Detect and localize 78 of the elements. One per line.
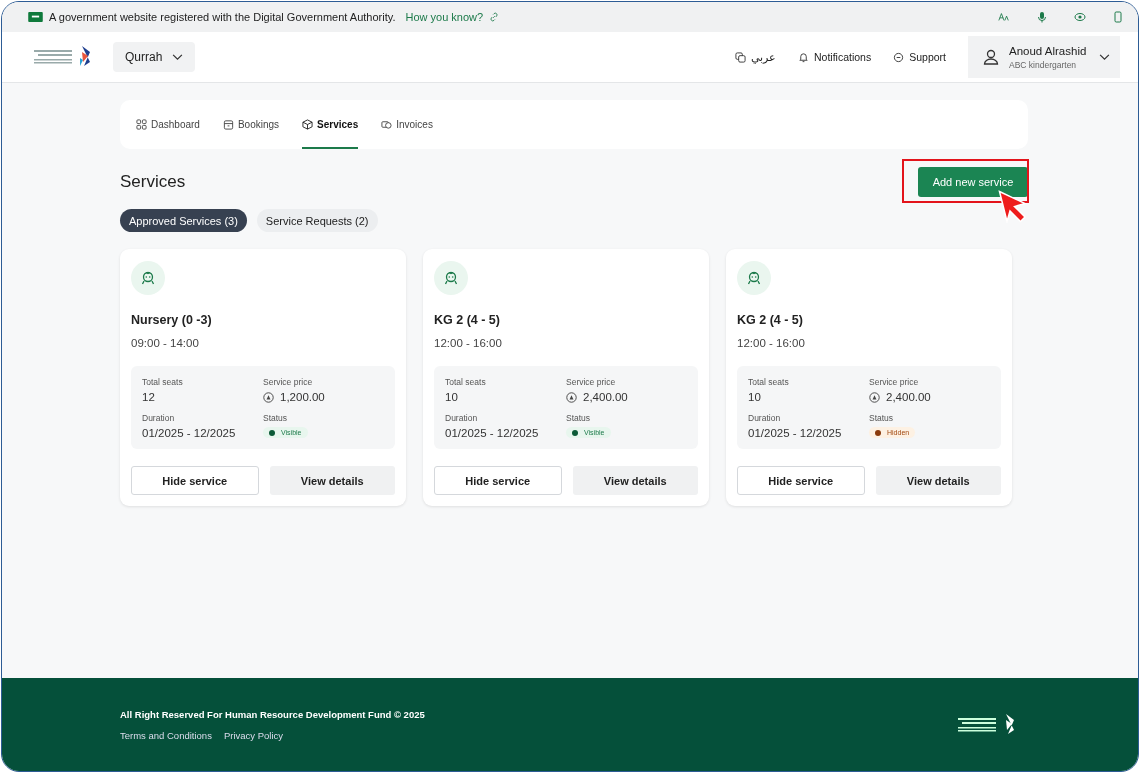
bell-icon xyxy=(798,51,809,63)
user-icon xyxy=(982,48,1000,66)
view-details-button[interactable]: View details xyxy=(875,466,1001,495)
box-icon xyxy=(302,119,314,130)
invoice-icon xyxy=(381,119,393,130)
footer-link[interactable]: Terms and Conditions xyxy=(120,729,212,741)
status-dot xyxy=(572,429,578,436)
chevron-down-icon xyxy=(172,53,184,61)
field-label: Status xyxy=(566,413,592,423)
field-label: Total seats xyxy=(445,377,487,387)
page-title: Services xyxy=(120,172,186,192)
cursor-icon xyxy=(998,190,1028,223)
hide-service-button[interactable]: Hide service xyxy=(131,466,259,495)
link-icon xyxy=(489,12,500,22)
notifications-link[interactable]: Notifications xyxy=(798,51,872,63)
how-you-know-link[interactable]: How you know? xyxy=(405,11,484,23)
field-label: Status xyxy=(263,413,289,423)
hide-service-button[interactable]: Hide service xyxy=(434,466,562,495)
flag-icon xyxy=(28,12,43,22)
view-details-button[interactable]: View details xyxy=(269,466,395,495)
filter-chip[interactable]: Approved Services (3) xyxy=(120,209,247,232)
currency-icon xyxy=(263,391,274,403)
service-icon xyxy=(131,261,165,295)
copyright-text: All Right Reserved For Human Resource Development Fund © 2025 xyxy=(120,708,425,720)
field-value: 01/2025 - 12/2025 xyxy=(142,427,237,439)
eye-icon[interactable] xyxy=(1074,11,1086,23)
service-icon xyxy=(737,261,771,295)
service-hours: 09:00 - 14:00 xyxy=(131,337,200,349)
field-label: Status xyxy=(869,413,895,423)
nav-tab[interactable]: Dashboard xyxy=(136,100,200,149)
font-size-icon[interactable] xyxy=(998,11,1010,23)
language-link[interactable]: عربي xyxy=(735,51,776,63)
field-label: Service price xyxy=(263,377,314,387)
service-hours: 12:00 - 16:00 xyxy=(737,337,806,349)
support-link[interactable]: Support xyxy=(893,51,946,63)
filter-chip[interactable]: Service Requests (2) xyxy=(256,209,378,232)
field-value: 1,200.00 xyxy=(280,391,325,403)
banner-text: A government website registered with the Digital Government Authority. xyxy=(49,11,396,23)
field-label: Duration xyxy=(748,413,782,423)
field-label: Total seats xyxy=(748,377,790,387)
nav-tab[interactable]: Bookings xyxy=(222,100,280,149)
field-label: Duration xyxy=(445,413,479,423)
user-organization: ABC kindergarten xyxy=(1009,59,1078,70)
field-value: 10 xyxy=(445,391,459,403)
nav-tab[interactable]: Invoices xyxy=(381,100,433,149)
field-value: 10 xyxy=(748,391,762,403)
microphone-icon[interactable] xyxy=(1036,11,1048,23)
field-value: 01/2025 - 12/2025 xyxy=(748,427,843,439)
field-value: 01/2025 - 12/2025 xyxy=(445,427,540,439)
organization-dropdown[interactable]: Qurrah xyxy=(113,42,196,72)
calendar-icon xyxy=(222,119,234,130)
user-name: Anoud Alrashid xyxy=(1009,44,1088,57)
status-dot xyxy=(269,429,275,436)
footer-link[interactable]: Privacy Policy xyxy=(223,729,283,741)
service-title: KG 2 (4 - 5) xyxy=(737,313,804,327)
currency-icon xyxy=(869,391,880,403)
field-value: 2,400.00 xyxy=(583,391,628,403)
field-label: Total seats xyxy=(142,377,184,387)
chevron-down-icon xyxy=(1099,53,1110,61)
currency-icon xyxy=(566,391,577,403)
phone-icon[interactable] xyxy=(1112,11,1124,23)
service-title: KG 2 (4 - 5) xyxy=(434,313,501,327)
service-title: Nursery (0 -3) xyxy=(131,313,213,327)
field-label: Duration xyxy=(142,413,176,423)
view-details-button[interactable]: View details xyxy=(572,466,698,495)
add-service-button[interactable]: Add new service xyxy=(918,167,1028,197)
status-dot xyxy=(875,429,881,436)
nav-tab[interactable]: Services xyxy=(302,100,359,149)
service-hours: 12:00 - 16:00 xyxy=(434,337,503,349)
service-icon xyxy=(434,261,468,295)
hide-service-button[interactable]: Hide service xyxy=(737,466,865,495)
translate-icon xyxy=(735,51,746,63)
user-menu[interactable]: Anoud Alrashid ABC kindergarten xyxy=(968,36,1120,78)
field-label: Service price xyxy=(869,377,920,387)
grid-icon xyxy=(136,119,147,130)
field-value: 12 xyxy=(142,391,156,403)
field-label: Service price xyxy=(566,377,617,387)
field-value: 2,400.00 xyxy=(886,391,931,403)
